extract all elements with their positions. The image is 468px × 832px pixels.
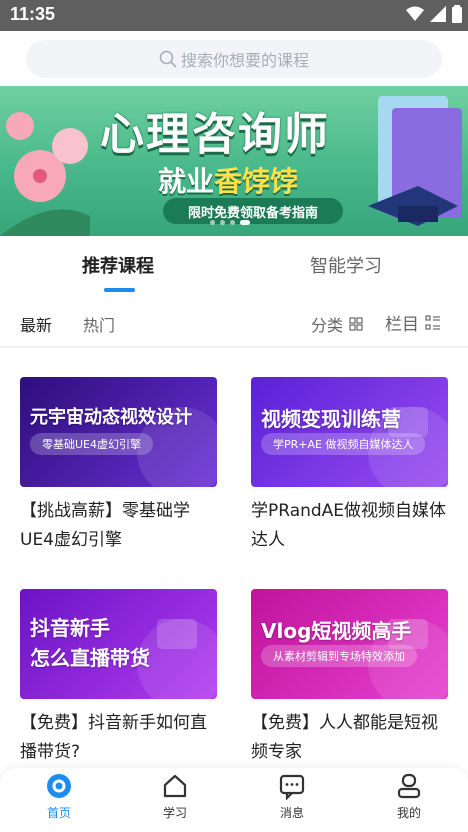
grid-icon	[349, 317, 363, 331]
home-icon	[47, 774, 71, 798]
battery-icon	[452, 5, 462, 23]
filter-row: 最新 热门 分类 栏目	[0, 298, 468, 348]
search-icon	[159, 50, 177, 68]
tab-recommended[interactable]: 推荐课程	[82, 252, 154, 278]
course-title: 【免费】抖音新手如何直播带货?	[20, 713, 207, 762]
bottom-nav: 首页 学习 消息 我的	[0, 768, 468, 832]
nav-messages-label: 消息	[279, 806, 304, 820]
thumb-tag: 零基础UE4虚幻引擎	[30, 433, 153, 455]
play-icon	[157, 619, 197, 649]
course-card[interactable]: Vlog短视频高手 从素材剪辑到专场特效添加 【免费】人人都能是短视频专家	[251, 589, 448, 767]
course-title: 【免费】人人都能是短视频专家	[251, 713, 438, 762]
course-thumbnail: 抖音新手 怎么直播带货	[20, 589, 217, 699]
banner-indicator	[210, 220, 250, 225]
banner-subtitle-highlight: 香饽饽	[214, 165, 299, 198]
filter-hot[interactable]: 热门	[83, 312, 115, 336]
book-decoration	[368, 96, 462, 226]
status-icons	[406, 5, 462, 23]
banner-subtitle-prefix: 就业	[158, 165, 215, 198]
filter-latest[interactable]: 最新	[20, 312, 52, 336]
message-icon	[279, 774, 305, 800]
filter-category[interactable]: 分类	[311, 312, 363, 336]
nav-study[interactable]: 学习	[145, 772, 205, 821]
wifi-icon	[406, 6, 424, 21]
banner-dot-active	[240, 220, 250, 225]
list-icon	[425, 314, 440, 330]
thumb-tag: 从素材剪辑到专场特效添加	[261, 645, 417, 667]
nav-home[interactable]: 首页	[29, 772, 89, 821]
banner-dot	[220, 220, 225, 225]
thumb-title: Vlog短视频高手	[261, 619, 412, 643]
filter-category-label: 分类	[311, 316, 344, 335]
course-title: 学PRandAE做视频自媒体达人	[251, 501, 447, 550]
course-card[interactable]: 元宇宙动态视效设计 零基础UE4虚幻引擎 【挑战高薪】零基础学UE4虚幻引擎	[20, 377, 217, 555]
banner-dot	[210, 220, 215, 225]
course-title: 【挑战高薪】零基础学UE4虚幻引擎	[20, 501, 190, 550]
tab-active-indicator	[104, 288, 135, 292]
banner-dot	[230, 220, 235, 225]
nav-messages[interactable]: 消息	[262, 772, 322, 821]
main-tabs: 推荐课程 智能学习	[0, 236, 468, 298]
nav-profile[interactable]: 我的	[379, 772, 439, 821]
promo-banner[interactable]: 心理咨询师 就业香饽饽 限时免费领取备考指南	[0, 86, 468, 236]
thumb-tag: 学PR+AE 做视频自媒体达人	[261, 433, 426, 455]
banner-cta[interactable]: 限时免费领取备考指南	[163, 198, 343, 224]
nav-profile-label: 我的	[396, 806, 421, 820]
course-card[interactable]: 抖音新手 怎么直播带货 【免费】抖音新手如何直播带货?	[20, 589, 217, 767]
course-card[interactable]: 视频变现训练营 学PR+AE 做视频自媒体达人 学PRandAE做视频自媒体达人	[251, 377, 448, 555]
signal-icon	[430, 6, 446, 22]
status-time: 11:35	[10, 4, 56, 24]
study-icon	[163, 774, 187, 798]
search-input[interactable]: 搜索你想要的课程	[26, 40, 442, 78]
nav-home-label: 首页	[46, 806, 71, 820]
thumb-title: 抖音新手 怎么直播带货	[30, 616, 150, 670]
course-thumbnail: Vlog短视频高手 从素材剪辑到专场特效添加	[251, 589, 448, 699]
banner-subtitle: 就业香饽饽	[158, 160, 298, 200]
filter-columns-label: 栏目	[385, 315, 419, 335]
search-area: 搜索你想要的课程	[0, 31, 468, 86]
filter-columns[interactable]: 栏目	[385, 310, 441, 335]
nav-study-label: 学习	[162, 806, 187, 820]
thumb-title: 元宇宙动态视效设计	[30, 407, 192, 428]
thumb-title: 视频变现训练营	[261, 407, 401, 431]
course-thumbnail: 视频变现训练营 学PR+AE 做视频自媒体达人	[251, 377, 448, 487]
course-thumbnail: 元宇宙动态视效设计 零基础UE4虚幻引擎	[20, 377, 217, 487]
tab-smart-learning[interactable]: 智能学习	[310, 252, 382, 278]
status-bar: 11:35	[0, 0, 468, 31]
profile-icon	[397, 773, 421, 799]
search-placeholder: 搜索你想要的课程	[180, 51, 309, 70]
banner-title: 心理咨询师	[100, 109, 330, 160]
